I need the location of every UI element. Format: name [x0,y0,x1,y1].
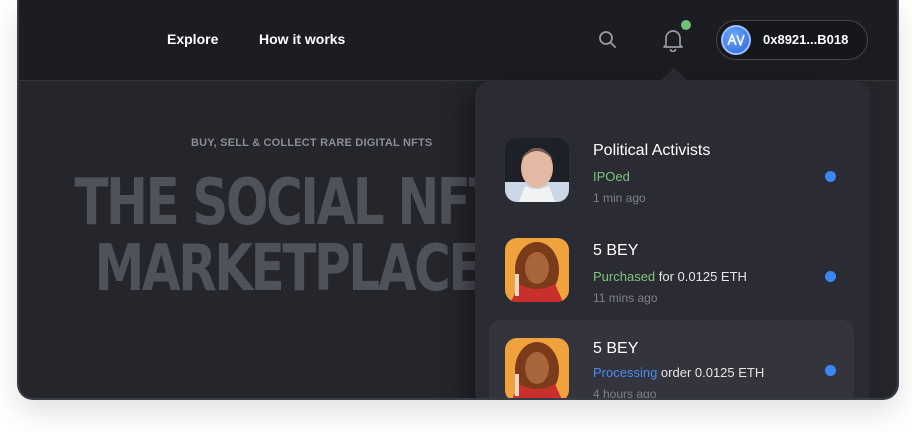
notification-thumbnail [505,238,569,302]
notification-indicator [681,20,691,30]
unread-indicator [825,365,836,376]
notification-status-line: IPOed [593,169,630,184]
notification-item[interactable]: 5 BEY Processing order 0.0125 ETH 4 hour… [489,320,854,400]
notification-time: 4 hours ago [593,387,657,400]
notification-detail: order 0.0125 ETH [657,365,765,380]
notification-time: 11 mins ago [593,291,658,305]
notification-item[interactable]: 5 BEY Purchased for 0.0125 ETH 11 mins a… [489,228,854,308]
unread-indicator [825,271,836,282]
hero-title-line-2: MARKETPLACE [94,232,483,306]
app-window: Explore How it works 0x8921...B018 BUY, … [17,0,899,400]
top-nav-bar: Explore How it works 0x8921...B018 [19,0,897,81]
nav-how-it-works-link[interactable]: How it works [259,31,345,47]
avatar-logo-icon [721,25,751,55]
notification-title: Political Activists [593,142,711,159]
notification-thumbnail [505,138,569,202]
notification-item[interactable]: Political Activists IPOed 1 min ago [489,128,854,208]
search-icon[interactable] [598,30,618,50]
wallet-button[interactable]: 0x8921...B018 [716,20,868,60]
hero-title: THE SOCIAL NFT MARKETPLACE [69,170,506,302]
notifications-dropdown: Political Activists IPOed 1 min ago 5 BE… [475,80,870,400]
wallet-address: 0x8921...B018 [763,32,849,47]
notification-status-line: Purchased for 0.0125 ETH [593,269,747,284]
hero-subtitle: BUY, SELL & COLLECT RARE DIGITAL NFTS [191,137,433,149]
bell-icon[interactable] [662,28,684,53]
notification-time: 1 min ago [593,191,646,205]
notification-title: 5 BEY [593,340,639,357]
notification-status: IPOed [593,169,630,184]
notification-detail: for 0.0125 ETH [655,269,747,284]
notification-status: Purchased [593,269,656,284]
notification-status: Processing [593,365,658,380]
nav-explore-link[interactable]: Explore [167,31,218,47]
notification-status-line: Processing order 0.0125 ETH [593,365,764,380]
hero-title-line-1: THE SOCIAL NFT [74,166,502,240]
notification-title: 5 BEY [593,242,639,259]
notification-thumbnail [505,338,569,398]
unread-indicator [825,171,836,182]
